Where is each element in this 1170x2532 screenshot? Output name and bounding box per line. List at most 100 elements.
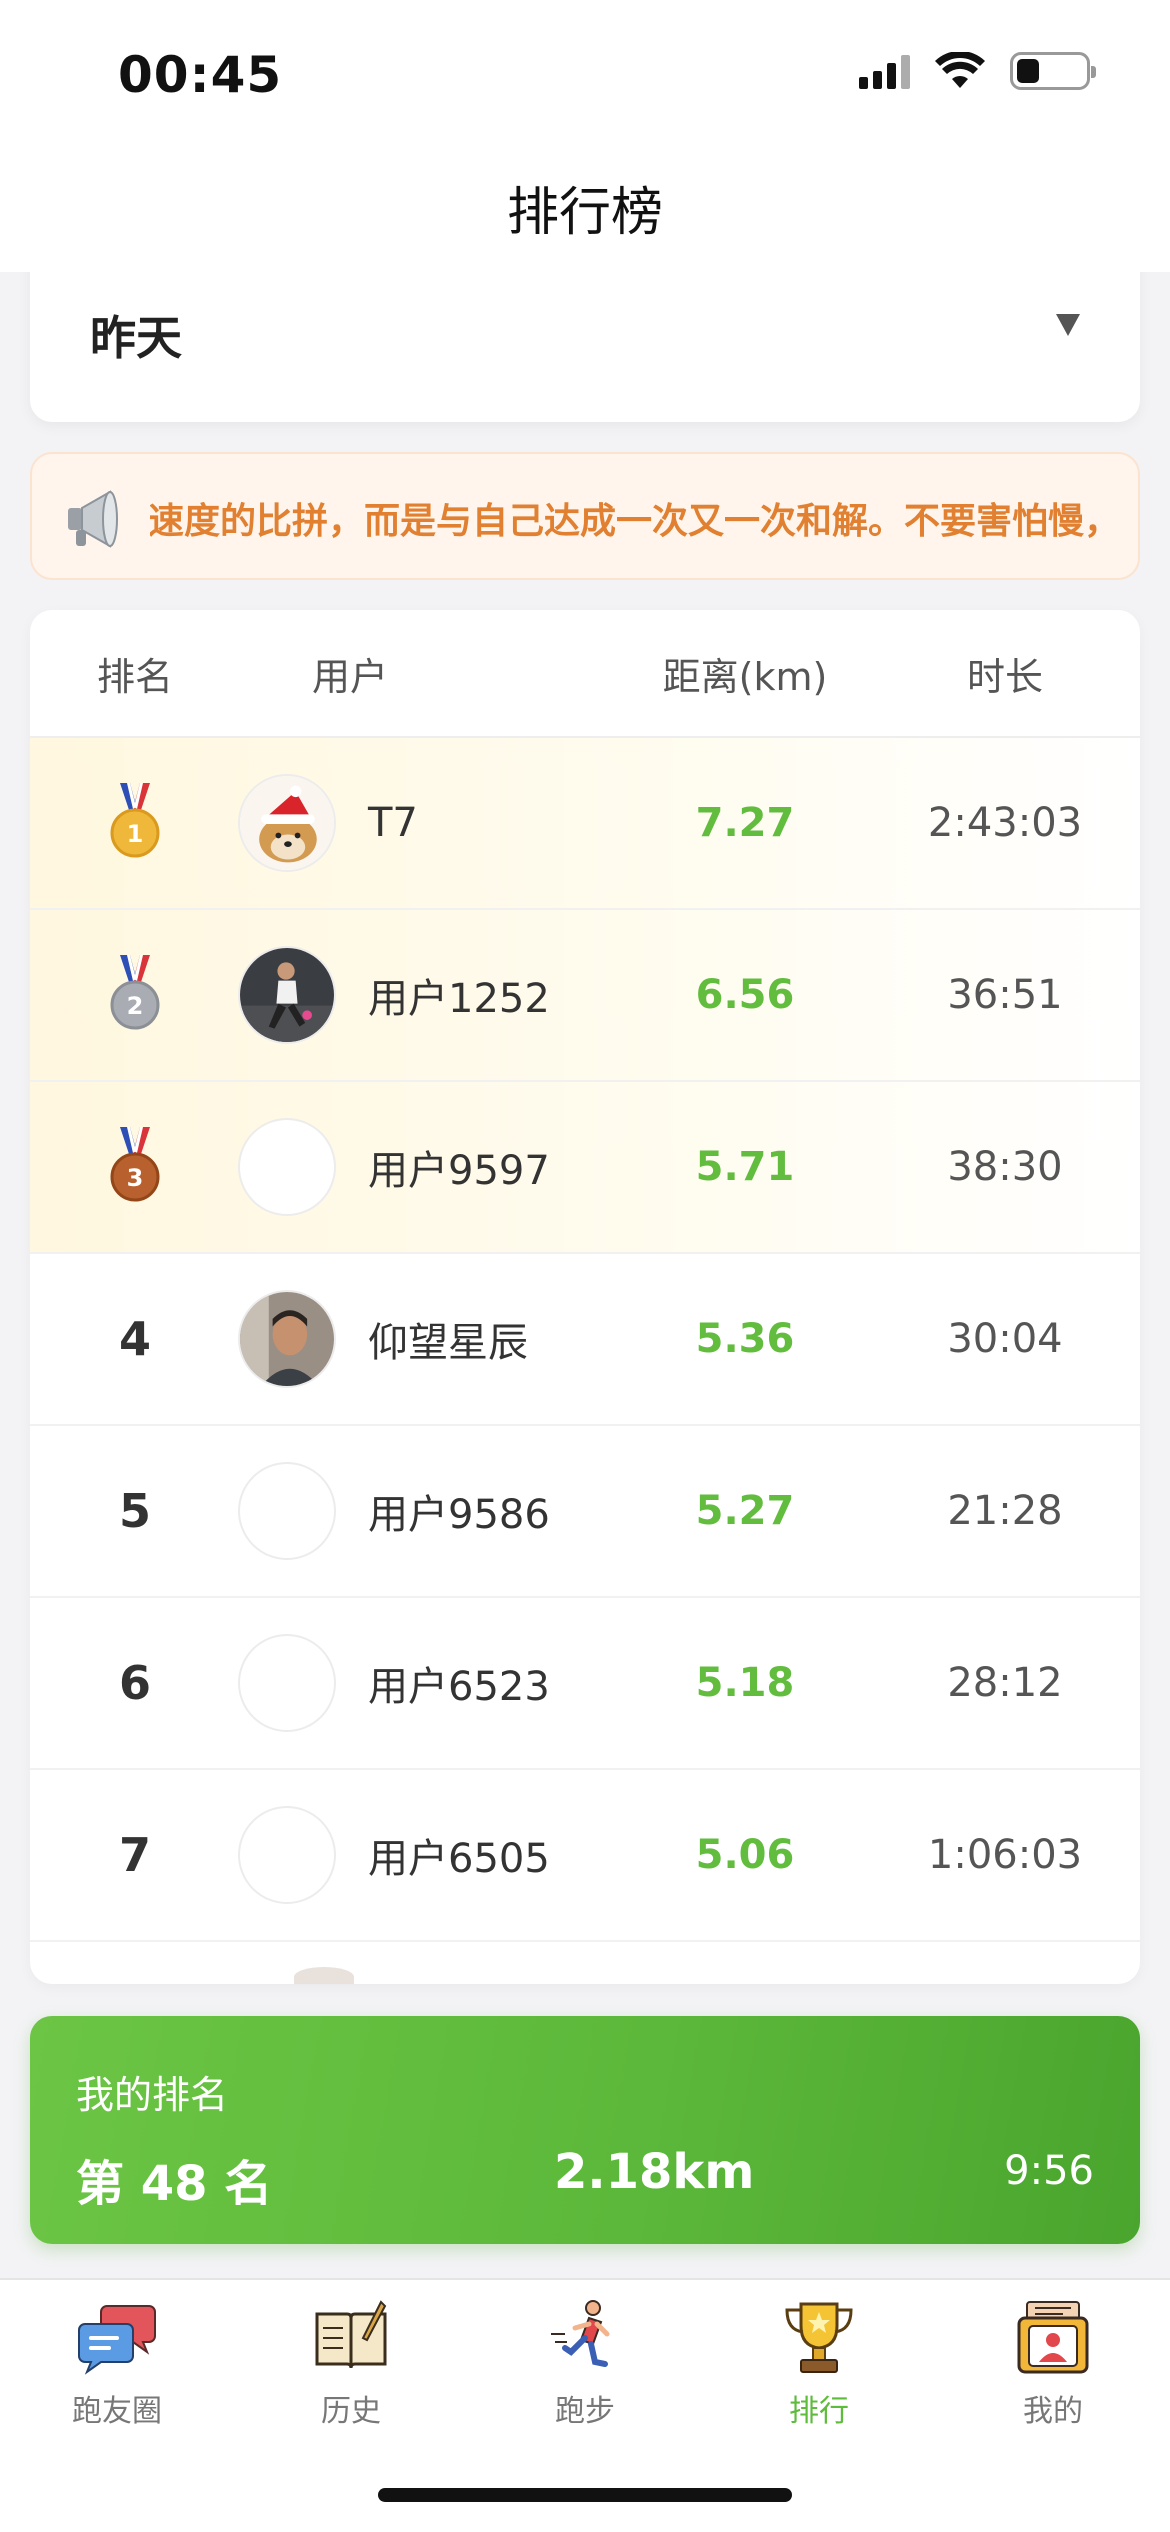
- notice-marquee: 速度的比拼，而是与自己达成一次又一次和解。不要害怕慢，: [150, 454, 1120, 578]
- tab-ranking[interactable]: 排行: [702, 2298, 936, 2430]
- rank-cell: 7: [30, 1828, 240, 1882]
- user-name: 用户9597: [368, 1148, 550, 1194]
- user-cell: 用户6505: [238, 1806, 600, 1904]
- duration-value: 38:30: [947, 1144, 1063, 1190]
- my-rank-position: 第 48 名: [76, 2156, 273, 2212]
- user-name: 仰望星辰: [368, 1320, 528, 1366]
- megaphone-icon: [68, 490, 118, 548]
- svg-text:2: 2: [127, 992, 144, 1020]
- svg-text:1: 1: [127, 820, 144, 848]
- person-photo-avatar: [240, 1292, 334, 1386]
- header-duration: 时长: [966, 654, 1043, 699]
- user-name: 用户6505: [368, 1836, 550, 1882]
- rank-cell: 5: [30, 1484, 240, 1538]
- table-row[interactable]: 4 仰望星辰 5.36 30:04: [30, 1254, 1140, 1426]
- page-title: 排行榜: [506, 183, 663, 243]
- table-row[interactable]: 5 用户9586 5.27 21:28: [30, 1426, 1140, 1598]
- table-row[interactable]: 7 用户6505 5.06 1:06:03: [30, 1770, 1140, 1942]
- header-user: 用户: [311, 654, 388, 699]
- rank-number: 6: [118, 1656, 151, 1710]
- bronze-medal-icon: 3: [110, 1127, 160, 1202]
- notice-text: 速度的比拼，而是与自己达成一次又一次和解。不要害怕慢，: [150, 501, 1120, 542]
- user-cell: 仰望星辰: [238, 1290, 600, 1388]
- user-name: 用户1252: [368, 976, 550, 1022]
- date-selector-value: 昨天: [90, 311, 182, 365]
- user-cell: 用户1252: [238, 946, 600, 1044]
- gold-medal-icon: 1: [110, 783, 160, 858]
- chat-bubbles-icon: [78, 2305, 156, 2375]
- leaderboard: 排名 用户 距离(km) 时长 1 T7 7.27 2:43:03 2 用户12…: [30, 610, 1140, 1984]
- book-icon: [315, 2300, 387, 2369]
- user-name: 用户9586: [368, 1492, 550, 1538]
- tab-label: 历史: [321, 2394, 381, 2429]
- runner-photo-avatar: [240, 948, 334, 1042]
- duration-value: 30:04: [947, 1316, 1063, 1362]
- notice-bar: 速度的比拼，而是与自己达成一次又一次和解。不要害怕慢，: [30, 452, 1140, 580]
- distance-value: 5.36: [695, 1316, 795, 1362]
- user-name: 用户6523: [368, 1664, 550, 1710]
- dog-avatar-icon: [240, 776, 334, 870]
- profile-card-icon: [1017, 2301, 1089, 2374]
- avatar[interactable]: [238, 1290, 336, 1388]
- table-row[interactable]: 1 T7 7.27 2:43:03: [30, 738, 1140, 910]
- rank-cell: 1: [30, 783, 240, 863]
- user-cell: 用户9586: [238, 1462, 600, 1560]
- status-icons: [859, 52, 1096, 90]
- duration-value: 36:51: [947, 972, 1063, 1018]
- header-rank: 排名: [96, 654, 173, 699]
- dropdown-arrow-icon: [1056, 314, 1080, 336]
- my-rank-distance: 2.18km: [554, 2144, 755, 2200]
- duration-value: 2:43:03: [927, 800, 1083, 846]
- my-rank-duration: 9:56: [1004, 2148, 1094, 2194]
- rank-cell: 6: [30, 1656, 240, 1710]
- avatar[interactable]: [238, 1118, 336, 1216]
- avatar[interactable]: [238, 774, 336, 872]
- avatar[interactable]: [238, 946, 336, 1044]
- tab-label: 跑友圈: [72, 2394, 162, 2429]
- leaderboard-header: 排名 用户 距离(km) 时长: [30, 610, 1140, 738]
- distance-value: 5.06: [695, 1832, 795, 1878]
- tab-label: 跑步: [555, 2394, 615, 2429]
- tab-run[interactable]: 跑步: [468, 2298, 702, 2430]
- user-name: T7: [368, 800, 418, 846]
- rank-number: 4: [118, 1312, 151, 1366]
- trophy-icon: [785, 2302, 853, 2373]
- tab-label: 我的: [1023, 2394, 1083, 2429]
- table-row[interactable]: 2 用户1252 6.56 36:51: [30, 910, 1140, 1082]
- distance-value: 5.71: [695, 1144, 795, 1190]
- status-time: 00:45: [118, 46, 283, 104]
- avatar[interactable]: [238, 1806, 336, 1904]
- user-cell: 用户6523: [238, 1634, 600, 1732]
- rank-cell: 2: [30, 955, 240, 1035]
- tab-running-circle[interactable]: 跑友圈: [0, 2298, 234, 2430]
- duration-value: 28:12: [947, 1660, 1063, 1706]
- rank-number: 5: [118, 1484, 151, 1538]
- distance-value: 5.27: [695, 1488, 795, 1534]
- tab-label: 排行: [789, 2394, 849, 2429]
- distance-value: 7.27: [695, 800, 795, 846]
- runner-icon: [551, 2300, 610, 2367]
- table-row[interactable]: 3 用户9597 5.71 38:30: [30, 1082, 1140, 1254]
- duration-value: 1:06:03: [927, 1832, 1083, 1878]
- table-row[interactable]: 6 用户6523 5.18 28:12: [30, 1598, 1140, 1770]
- top-bar: 00:45 排行榜: [0, 0, 1170, 272]
- silver-medal-icon: 2: [110, 955, 160, 1030]
- rank-cell: 4: [30, 1312, 240, 1366]
- header-distance: 距离(km): [662, 654, 828, 699]
- tab-mine[interactable]: 我的: [936, 2298, 1170, 2430]
- my-rank-label: 我的排名: [76, 2073, 229, 2117]
- rank-number: 7: [118, 1828, 151, 1882]
- partial-avatar: [294, 1967, 354, 1984]
- my-rank-banner[interactable]: 我的排名 第 48 名 2.18km 9:56: [30, 2016, 1140, 2244]
- svg-text:3: 3: [127, 1164, 144, 1192]
- tab-history[interactable]: 历史: [234, 2298, 468, 2430]
- wifi-icon: [935, 52, 985, 88]
- rank-cell: 3: [30, 1127, 240, 1207]
- duration-value: 21:28: [947, 1488, 1063, 1534]
- user-cell: T7: [238, 774, 600, 872]
- user-cell: 用户9597: [238, 1118, 600, 1216]
- home-indicator: [378, 2488, 792, 2502]
- avatar[interactable]: [238, 1634, 336, 1732]
- avatar[interactable]: [238, 1462, 336, 1560]
- distance-value: 5.18: [695, 1660, 795, 1706]
